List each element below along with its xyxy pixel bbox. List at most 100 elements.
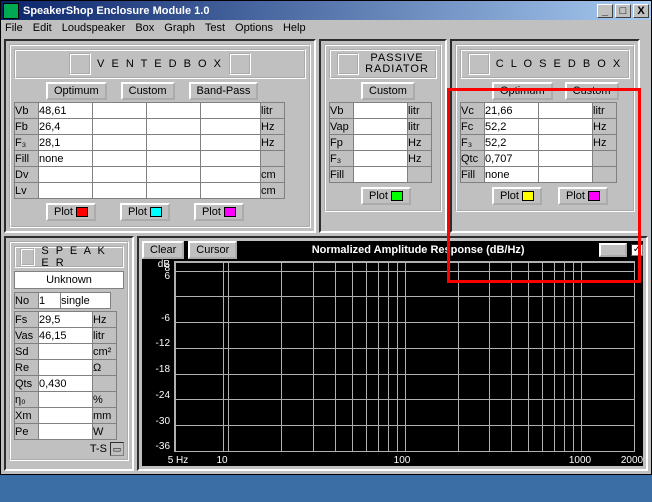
- cell-value[interactable]: [354, 103, 408, 119]
- cell-custom[interactable]: [93, 167, 147, 183]
- chart-clear-button[interactable]: Clear: [142, 241, 184, 259]
- cell-bp[interactable]: [147, 167, 201, 183]
- menu-box[interactable]: Box: [135, 22, 154, 34]
- cell-value[interactable]: 52,2: [485, 135, 539, 151]
- passive-icon: [337, 53, 359, 75]
- vented-bandpass-button[interactable]: Band-Pass: [189, 82, 259, 100]
- cell-value[interactable]: none: [39, 151, 93, 167]
- cell-custom[interactable]: [93, 103, 147, 119]
- cell-value[interactable]: [39, 408, 93, 424]
- cell-value[interactable]: [39, 183, 93, 199]
- vented-custom-button[interactable]: Custom: [121, 82, 175, 100]
- minimize-button[interactable]: _: [597, 4, 613, 18]
- closed-custom-button[interactable]: Custom: [565, 82, 619, 100]
- cell-value[interactable]: [354, 167, 408, 183]
- swatch-cyan: [150, 207, 162, 217]
- cell-custom[interactable]: [539, 135, 593, 151]
- speaker-type[interactable]: single: [61, 293, 111, 309]
- cell-value[interactable]: [354, 135, 408, 151]
- menu-file[interactable]: File: [5, 22, 23, 34]
- xlabel: 2000: [621, 455, 643, 466]
- passive-custom-button[interactable]: Custom: [361, 82, 415, 100]
- cell-bp2[interactable]: [201, 119, 261, 135]
- cell-value[interactable]: [354, 151, 408, 167]
- cell-bp2[interactable]: [201, 135, 261, 151]
- maximize-button[interactable]: □: [615, 4, 631, 18]
- cell-custom[interactable]: [539, 167, 593, 183]
- menu-options[interactable]: Options: [235, 22, 273, 34]
- cell-bp[interactable]: [147, 183, 201, 199]
- cell-custom[interactable]: [539, 103, 593, 119]
- ts-button[interactable]: ▭: [110, 442, 124, 456]
- cell-bp[interactable]: [147, 103, 201, 119]
- menu-graph[interactable]: Graph: [164, 22, 195, 34]
- cell-value[interactable]: 28,1: [39, 135, 93, 151]
- chart-checkbox[interactable]: ✓: [631, 244, 643, 256]
- cell-value[interactable]: 21,66: [485, 103, 539, 119]
- cell-label: Xm: [15, 408, 39, 424]
- speaker-name[interactable]: Unknown: [14, 271, 124, 289]
- cell-unit: Hz: [593, 119, 617, 135]
- cell-custom[interactable]: [539, 151, 593, 167]
- ylabel: -30: [144, 416, 170, 427]
- cell-custom[interactable]: [93, 119, 147, 135]
- cell-value[interactable]: 1: [39, 293, 61, 309]
- xlabel: 5 Hz: [168, 455, 189, 466]
- xlabel: 10: [216, 455, 227, 466]
- ylabel: -12: [144, 338, 170, 349]
- cell-bp[interactable]: [147, 119, 201, 135]
- cell-bp2[interactable]: [201, 167, 261, 183]
- cell-custom[interactable]: [539, 119, 593, 135]
- menu-edit[interactable]: Edit: [33, 22, 52, 34]
- menu-test[interactable]: Test: [205, 22, 225, 34]
- vented-optimum-button[interactable]: Optimum: [46, 82, 107, 100]
- cell-custom[interactable]: [93, 151, 147, 167]
- cell-value[interactable]: none: [485, 167, 539, 183]
- vented-plot-custom-button[interactable]: Plot: [120, 203, 170, 221]
- passive-plot-button[interactable]: Plot: [361, 187, 411, 205]
- passive-title2: RADIATOR: [365, 63, 429, 75]
- print-icon[interactable]: [599, 243, 627, 257]
- cell-value[interactable]: [39, 424, 93, 440]
- cell-value[interactable]: 0,707: [485, 151, 539, 167]
- menu-help[interactable]: Help: [283, 22, 306, 34]
- menu-loudspeaker[interactable]: Loudspeaker: [62, 22, 126, 34]
- chart-cursor-button[interactable]: Cursor: [188, 241, 237, 259]
- cell-value[interactable]: [39, 344, 93, 360]
- cell-value[interactable]: [39, 360, 93, 376]
- vented-plot-opt-button[interactable]: Plot: [46, 203, 96, 221]
- cell-bp2[interactable]: [201, 151, 261, 167]
- cell-label: Vas: [15, 328, 39, 344]
- vented-box-panel: V E N T E D B O X Optimum Custom Band-Pa…: [9, 44, 311, 228]
- cell-value[interactable]: 26,4: [39, 119, 93, 135]
- cell-value[interactable]: 0,430: [39, 376, 93, 392]
- cell-label: Dv: [15, 167, 39, 183]
- closed-plot-custom-button[interactable]: Plot: [558, 187, 608, 205]
- swatch-magenta2: [588, 191, 600, 201]
- vented-plot-bp-button[interactable]: Plot: [194, 203, 244, 221]
- cell-value[interactable]: 52,2: [485, 119, 539, 135]
- cell-unit: [261, 151, 285, 167]
- cell-custom[interactable]: [93, 183, 147, 199]
- cell-label: η₀: [15, 392, 39, 408]
- cell-bp2[interactable]: [201, 183, 261, 199]
- cell-label: Fill: [461, 167, 485, 183]
- cell-unit: litr: [408, 119, 432, 135]
- cell-bp2[interactable]: [201, 103, 261, 119]
- cell-bp[interactable]: [147, 151, 201, 167]
- cell-unit: %: [93, 392, 117, 408]
- closed-icon: [468, 53, 490, 75]
- closed-plot-opt-button[interactable]: Plot: [492, 187, 542, 205]
- cell-label: Vb: [15, 103, 39, 119]
- cell-value[interactable]: 48,61: [39, 103, 93, 119]
- cell-value[interactable]: 46,15: [39, 328, 93, 344]
- close-button[interactable]: X: [633, 4, 649, 18]
- chart-grid: [174, 261, 635, 452]
- cell-value[interactable]: [354, 119, 408, 135]
- cell-custom[interactable]: [93, 135, 147, 151]
- cell-value[interactable]: [39, 392, 93, 408]
- cell-value[interactable]: [39, 167, 93, 183]
- cell-value[interactable]: 29,5: [39, 312, 93, 328]
- closed-optimum-button[interactable]: Optimum: [492, 82, 553, 100]
- cell-bp[interactable]: [147, 135, 201, 151]
